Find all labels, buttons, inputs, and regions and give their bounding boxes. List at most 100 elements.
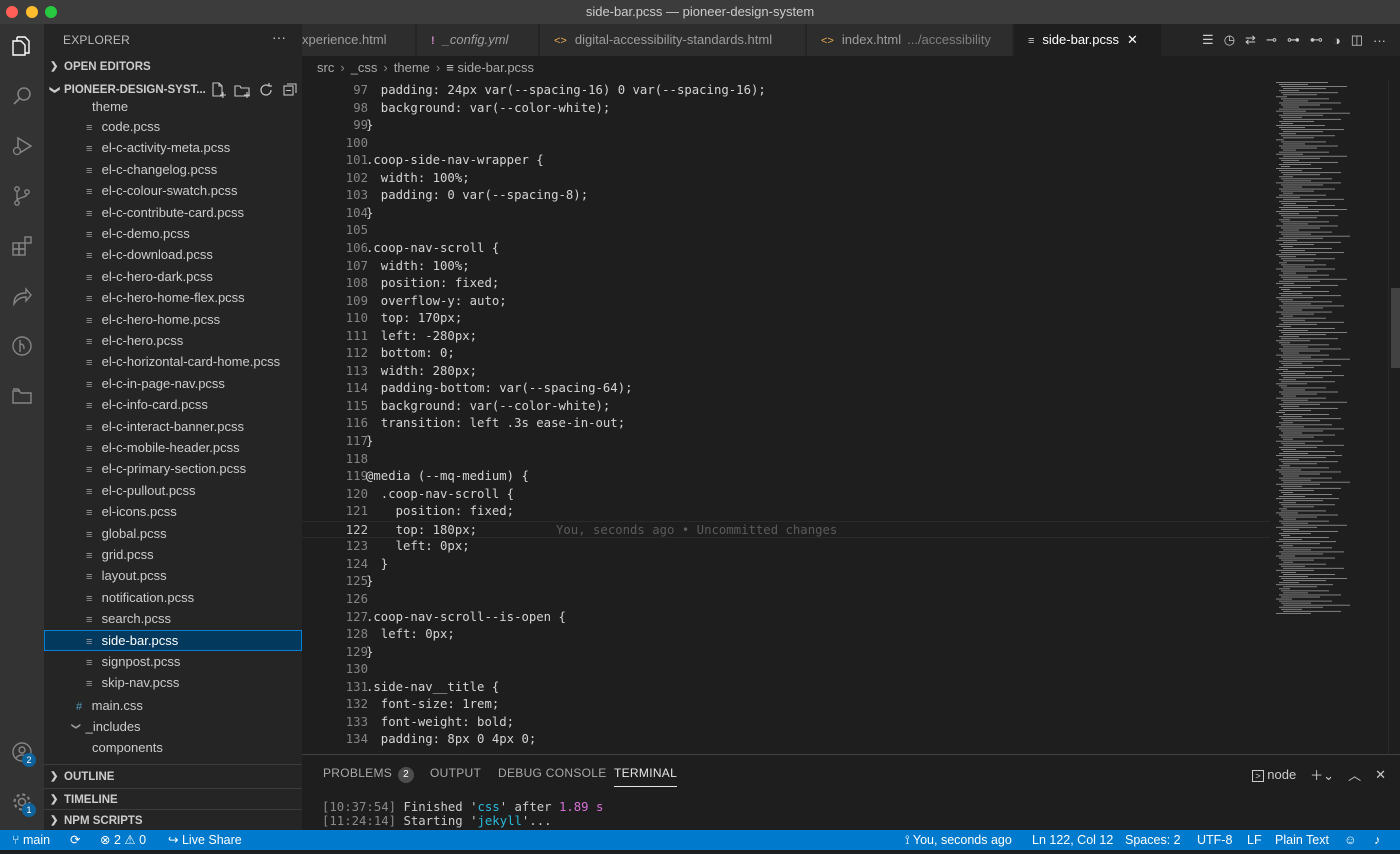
file-item[interactable]: ≡ search.pcss	[44, 608, 302, 629]
live-share-icon[interactable]	[0, 274, 44, 318]
file-item[interactable]: ≡ el-c-primary-section.pcss	[44, 458, 302, 479]
more-actions-icon[interactable]: ···	[1373, 33, 1386, 48]
file-item[interactable]: ≡ el-c-horizontal-card-home.pcss	[44, 351, 302, 372]
minimize-window-button[interactable]	[26, 6, 38, 18]
extensions-icon[interactable]	[0, 224, 44, 268]
file-item[interactable]: ≡ el-c-in-page-nav.pcss	[44, 373, 302, 394]
source-control-icon[interactable]	[0, 174, 44, 218]
open-editors-section[interactable]: ❯ OPEN EDITORS	[44, 56, 302, 78]
scrollbar-thumb[interactable]	[1391, 288, 1400, 368]
line-number: 110	[345, 311, 368, 326]
minimap-line	[1281, 467, 1329, 469]
next-commit-icon[interactable]: ⊷	[1310, 32, 1323, 48]
branch-status[interactable]: ⑂ main	[12, 830, 50, 850]
tab-config-yml[interactable]: ! _config.yml	[417, 24, 539, 56]
file-item[interactable]: ≡ layout.pcss	[44, 565, 302, 586]
explorer-icon[interactable]	[0, 24, 44, 68]
outline-section[interactable]: ❯ OUTLINE	[44, 766, 302, 788]
file-item[interactable]: ≡ signpost.pcss	[44, 651, 302, 672]
file-item[interactable]: ≡ el-c-demo.pcss	[44, 223, 302, 244]
folder-icon[interactable]	[0, 374, 44, 418]
zoom-window-button[interactable]	[45, 6, 57, 18]
tab-digital-accessibility[interactable]: <> digital-accessibility-standards.html	[540, 24, 806, 56]
file-item[interactable]: ≡ el-c-pullout.pcss	[44, 480, 302, 501]
tab-experience-html[interactable]: xperience.html	[302, 24, 416, 56]
file-item[interactable]: ≡ el-c-hero-home.pcss	[44, 309, 302, 330]
timeline-section[interactable]: ❯ TIMELINE	[44, 788, 302, 810]
close-tab-icon[interactable]: ✕	[1127, 32, 1138, 47]
minimap-line	[1281, 399, 1308, 401]
commit-icon[interactable]: ⊶	[1287, 32, 1300, 48]
file-item[interactable]: ≡ el-c-hero.pcss	[44, 330, 302, 351]
file-item[interactable]: ≡ el-c-info-card.pcss	[44, 394, 302, 415]
folder-includes[interactable]: ❯ _includes	[44, 716, 302, 737]
file-item[interactable]: ≡ el-icons.pcss	[44, 501, 302, 522]
file-main-css[interactable]: # main.css	[44, 695, 302, 716]
file-item[interactable]: ≡ grid.pcss	[44, 544, 302, 565]
search-icon[interactable]	[0, 74, 44, 118]
terminal-icon: >	[1252, 770, 1264, 782]
code-text: .coop-nav-scroll {	[366, 240, 500, 255]
file-item[interactable]: ≡ el-c-mobile-header.pcss	[44, 437, 302, 458]
npm-scripts-section[interactable]: ❯ NPM SCRIPTS	[44, 809, 302, 830]
file-item[interactable]: ≡ side-bar.pcss	[44, 629, 302, 651]
minimap[interactable]	[1270, 80, 1390, 754]
more-actions-icon[interactable]: ···	[272, 29, 286, 45]
split-editor-icon[interactable]: ◫	[1351, 32, 1363, 48]
tab-side-bar-pcss[interactable]: ≡ side-bar.pcss ✕	[1014, 24, 1162, 56]
breadcrumb-file[interactable]: side-bar.pcss	[457, 60, 534, 75]
vertical-scrollbar[interactable]	[1388, 80, 1400, 754]
file-item[interactable]: ≡ code.pcss	[44, 116, 302, 137]
run-debug-icon[interactable]	[0, 124, 44, 168]
file-item[interactable]: ≡ el-c-interact-banner.pcss	[44, 416, 302, 437]
file-item[interactable]: ≡ el-c-hero-home-flex.pcss	[44, 287, 302, 308]
file-item[interactable]: ≡ notification.pcss	[44, 587, 302, 608]
file-item[interactable]: ≡ el-c-colour-swatch.pcss	[44, 180, 302, 201]
file-item[interactable]: ≡ el-c-changelog.pcss	[44, 159, 302, 180]
tab-debug-console[interactable]: DEBUG CONSOLE	[498, 766, 607, 780]
tab-index-html[interactable]: <> index.html .../accessibility	[807, 24, 1013, 56]
close-window-button[interactable]	[6, 6, 18, 18]
history-icon[interactable]: ◷	[1224, 32, 1235, 48]
file-item[interactable]: ≡ global.pcss	[44, 523, 302, 544]
breadcrumb-src[interactable]: src	[317, 60, 334, 75]
file-item[interactable]: ≡ el-c-activity-meta.pcss	[44, 137, 302, 158]
live-share-status[interactable]: ↪ Live Share	[168, 830, 242, 850]
file-item[interactable]: ≡ skip-nav.pcss	[44, 672, 302, 693]
blame-toggle-icon[interactable]: ◑	[1333, 33, 1341, 48]
feedback-icon[interactable]: ☺	[1344, 830, 1357, 850]
git-graph-icon[interactable]	[0, 324, 44, 368]
minimap-line	[1281, 227, 1320, 229]
encoding-status[interactable]: UTF-8	[1197, 830, 1232, 850]
folder-components[interactable]: components	[44, 737, 302, 758]
compare-changes-icon[interactable]: ⇄	[1245, 32, 1256, 48]
accounts-icon[interactable]	[0, 730, 44, 774]
minimap-line	[1281, 418, 1341, 420]
eol-status[interactable]: LF	[1247, 830, 1262, 850]
code-text: width: 100%;	[366, 258, 470, 273]
file-item[interactable]: ≡ el-c-hero-dark.pcss	[44, 266, 302, 287]
language-mode[interactable]: Plain Text	[1275, 830, 1329, 850]
tab-output[interactable]: OUTPUT	[430, 766, 481, 780]
outline-list-icon[interactable]: ☰	[1202, 32, 1214, 48]
new-terminal-icon[interactable]: ＋⌄	[1310, 765, 1334, 784]
notifications-bell-icon[interactable]: ♪	[1374, 830, 1380, 850]
previous-commit-icon[interactable]: ⊸	[1266, 32, 1277, 48]
terminal-selector[interactable]: > node	[1252, 767, 1296, 782]
tab-problems[interactable]: PROBLEMS 2	[323, 766, 415, 783]
close-panel-icon[interactable]: ✕	[1375, 767, 1386, 783]
indentation-status[interactable]: Spaces: 2	[1125, 830, 1181, 850]
sync-icon[interactable]: ⟳	[70, 830, 80, 850]
file-item[interactable]: ≡ el-c-download.pcss	[44, 244, 302, 265]
breadcrumb-css[interactable]: _css	[351, 60, 378, 75]
problems-status[interactable]: ⊗ 2 ⚠ 0	[100, 830, 146, 850]
folder-theme[interactable]: theme	[44, 96, 302, 117]
cursor-position[interactable]: Ln 122, Col 12	[1032, 830, 1113, 850]
manage-gear-icon[interactable]	[0, 780, 44, 824]
maximize-panel-icon[interactable]: ︿	[1348, 765, 1361, 784]
tab-terminal[interactable]: TERMINAL	[614, 766, 678, 787]
code-editor[interactable]: 97 padding: 24px var(--spacing-16) 0 var…	[302, 80, 1400, 754]
breadcrumb-theme[interactable]: theme	[394, 60, 430, 75]
file-item[interactable]: ≡ el-c-contribute-card.pcss	[44, 202, 302, 223]
git-blame-status[interactable]: ⟟ You, seconds ago	[905, 830, 1012, 850]
